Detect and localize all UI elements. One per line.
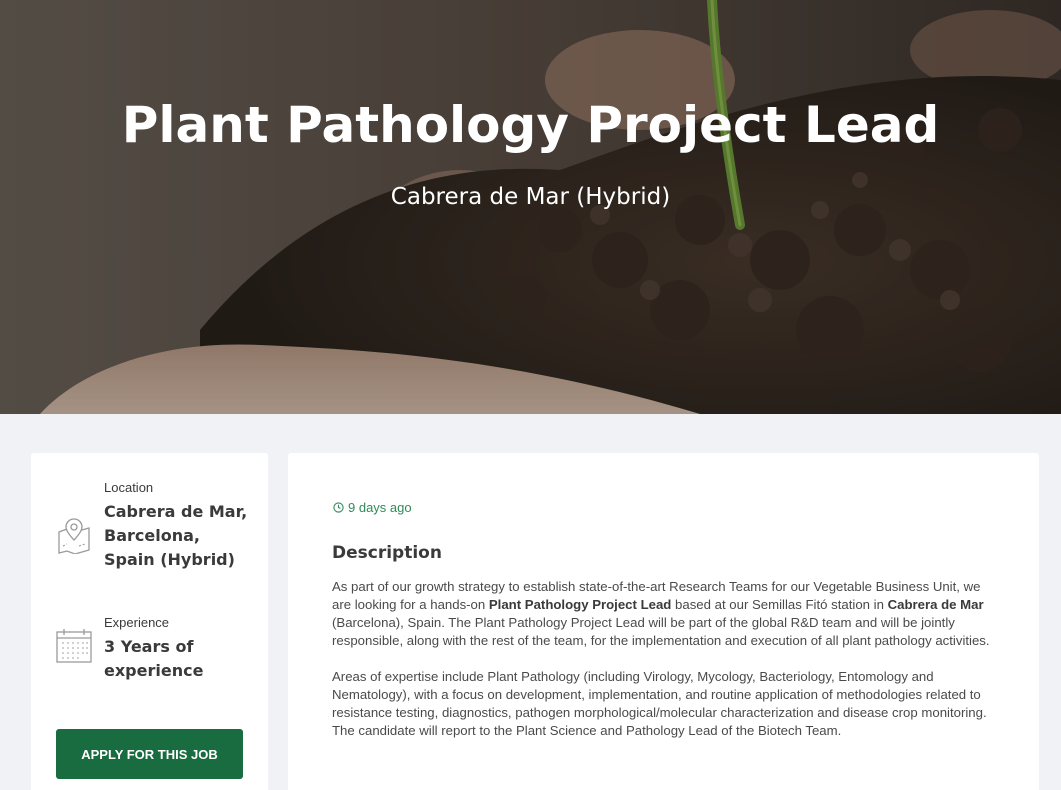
- map-pin-icon: [58, 518, 90, 554]
- location-info: Location Cabrera de Mar, Barcelona, Spai…: [31, 480, 268, 600]
- job-title: Plant Pathology Project Lead: [121, 96, 940, 154]
- experience-value: 3 Years of experience: [104, 637, 204, 680]
- job-description-card: 9 days ago Description As part of our gr…: [288, 453, 1039, 790]
- paragraph-text: based at our Semillas Fitó station in: [671, 597, 888, 612]
- job-title-emphasis: Plant Pathology Project Lead: [488, 597, 672, 612]
- experience-label: Experience: [104, 615, 170, 630]
- location-value: Cabrera de Mar, Barcelona, Spain (Hybrid…: [104, 502, 248, 569]
- description-paragraph-1: As part of our growth strategy to establ…: [332, 578, 1000, 650]
- description-paragraph-2: Areas of expertise include Plant Patholo…: [332, 669, 987, 738]
- posted-date-text: 9 days ago: [348, 500, 412, 515]
- location-emphasis: Cabrera de Mar: [887, 597, 984, 612]
- description-body: As part of our growth strategy to establ…: [332, 578, 1000, 758]
- job-info-card: Location Cabrera de Mar, Barcelona, Spai…: [31, 453, 268, 790]
- location-label: Location: [104, 480, 154, 495]
- hero-banner: Plant Pathology Project Lead Cabrera de …: [0, 0, 1061, 414]
- job-page: Plant Pathology Project Lead Cabrera de …: [0, 0, 1061, 790]
- description-heading: Description: [332, 543, 442, 563]
- calendar-icon: [56, 629, 92, 663]
- paragraph-text: (Barcelona), Spain. The Plant Pathology …: [332, 615, 990, 648]
- clock-icon: [333, 502, 344, 513]
- apply-for-job-button[interactable]: APPLY FOR THIS JOB: [56, 729, 243, 779]
- experience-info: Experience 3 Years of experience: [31, 615, 268, 695]
- job-location-subtitle: Cabrera de Mar (Hybrid): [390, 184, 671, 210]
- posted-date: 9 days ago: [333, 500, 412, 515]
